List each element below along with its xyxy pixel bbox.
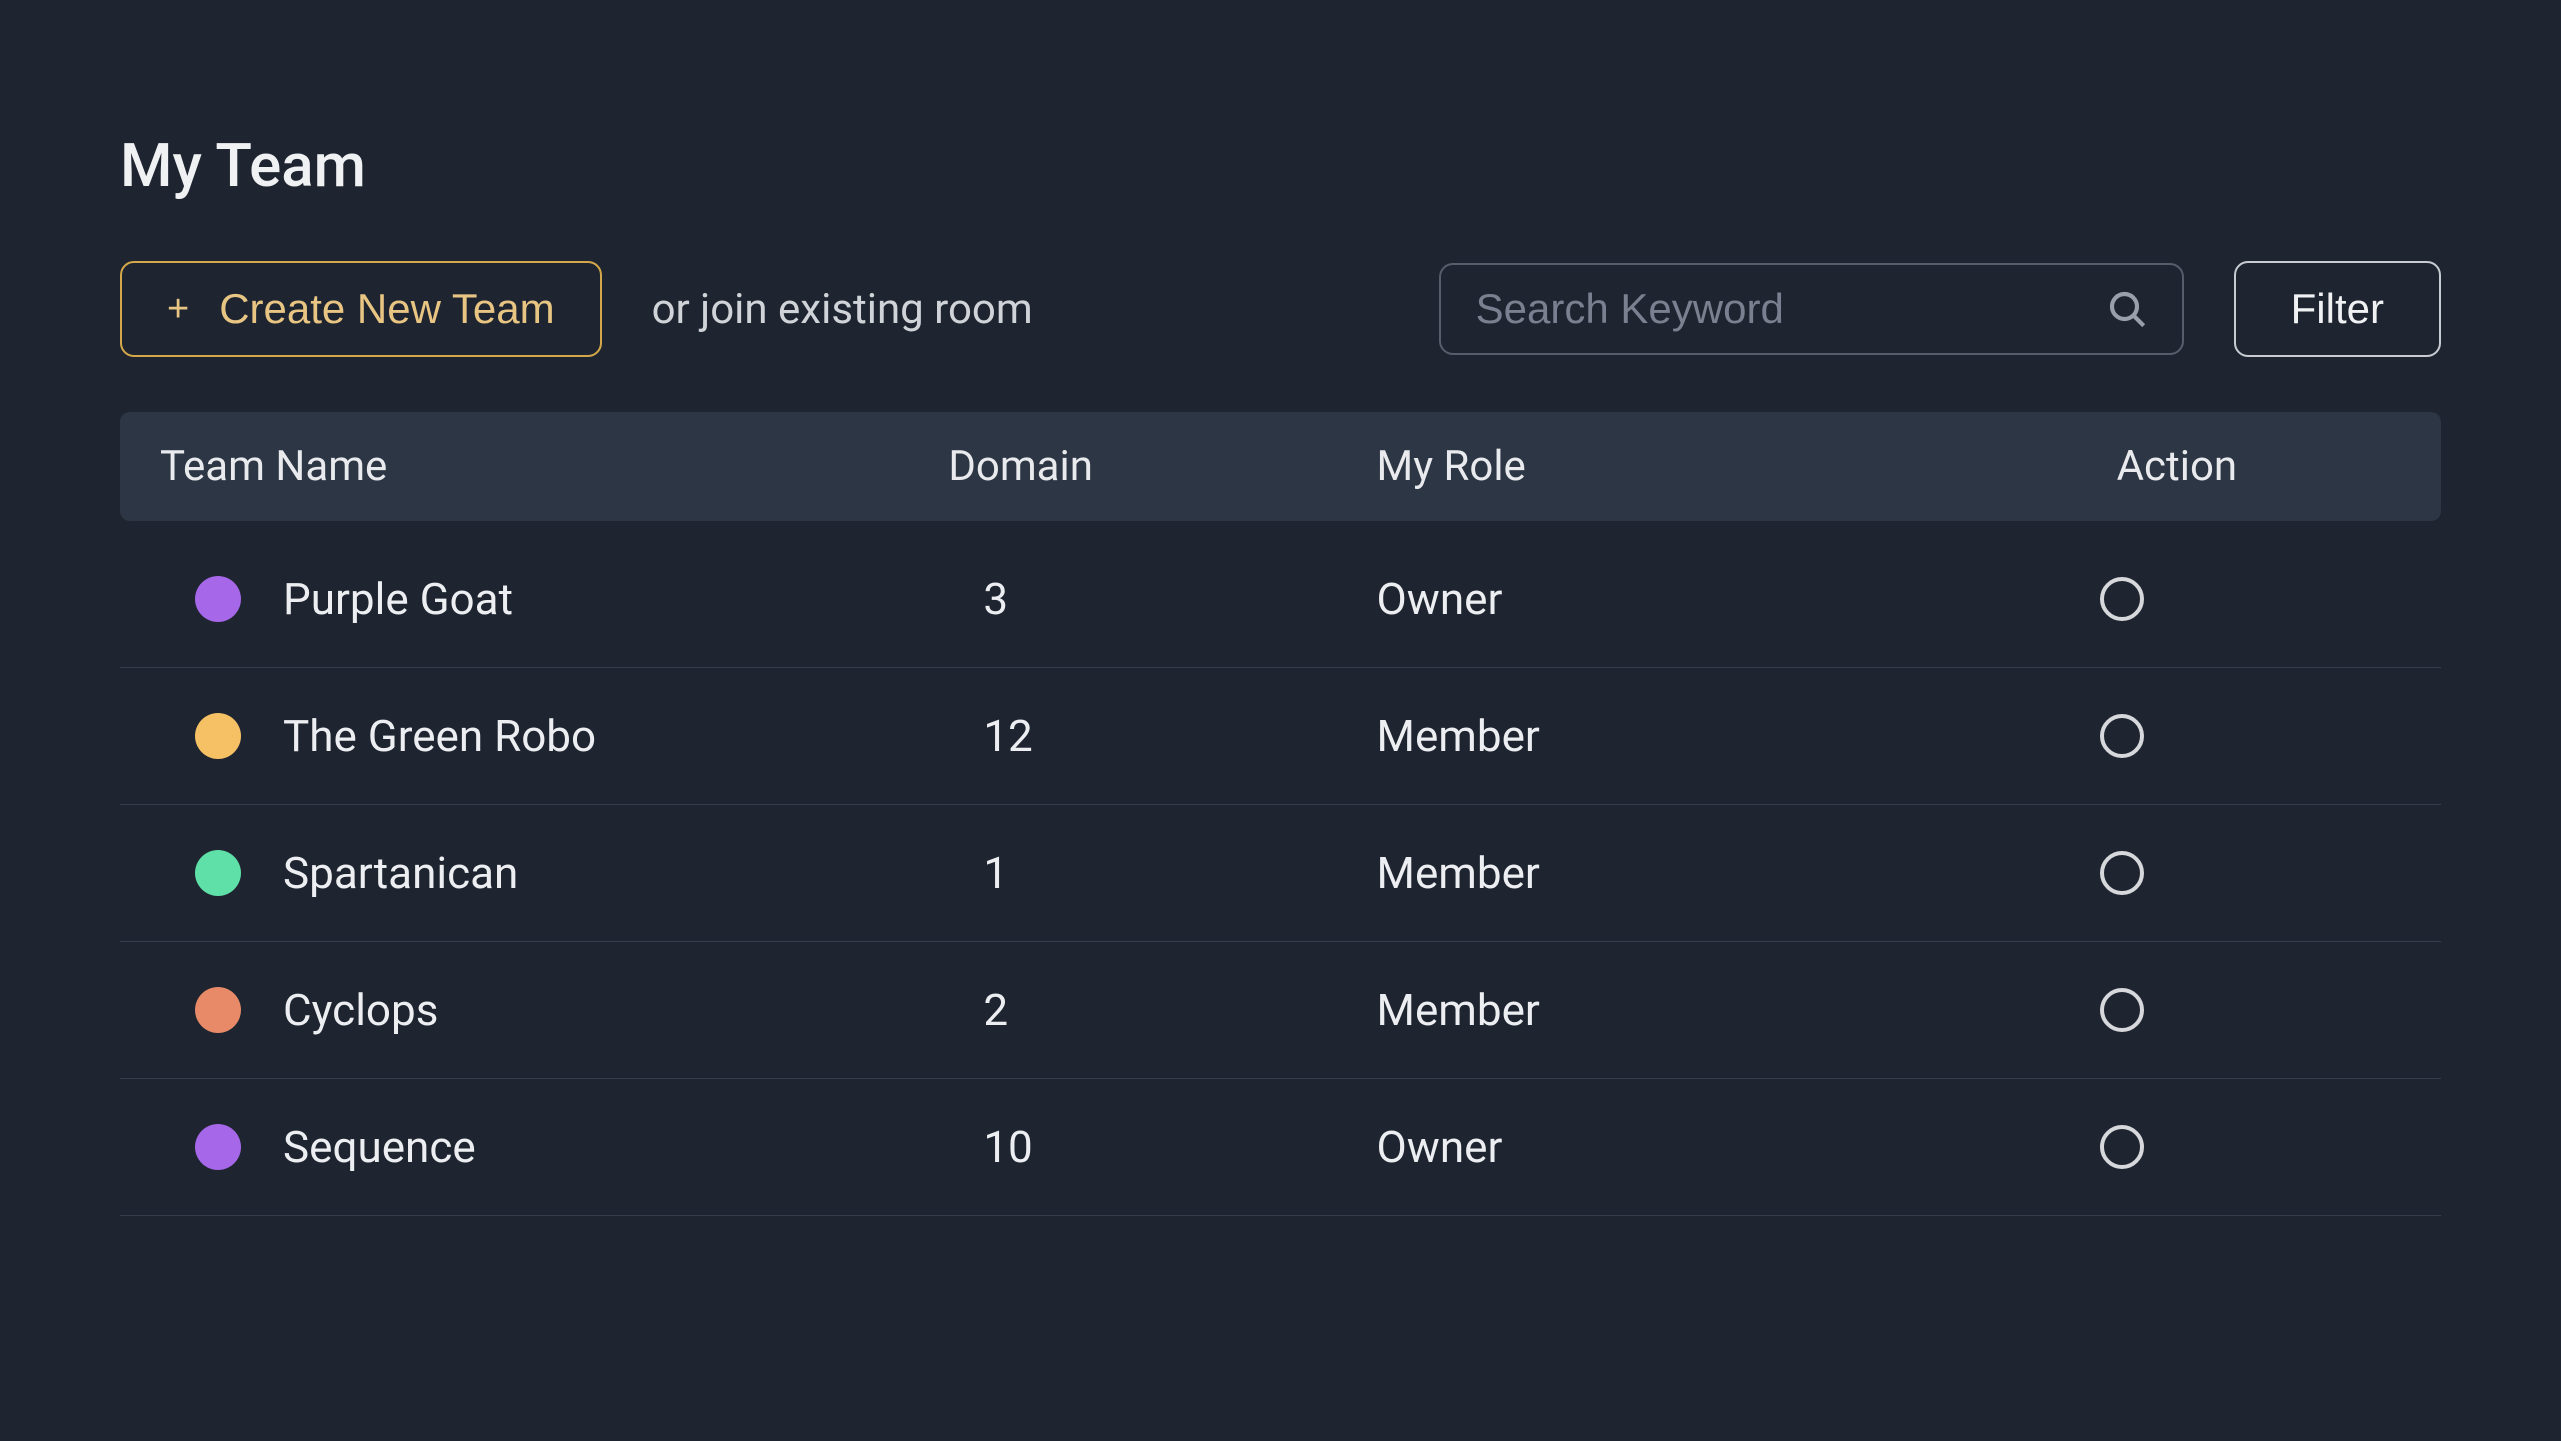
- header-domain: Domain: [928, 442, 1376, 491]
- team-name-cell: Purple Goat: [160, 573, 928, 625]
- domain-cell: 3: [928, 573, 1376, 625]
- action-radio[interactable]: [2100, 988, 2144, 1032]
- search-icon: [2107, 289, 2147, 329]
- team-name-cell: The Green Robo: [160, 710, 928, 762]
- search-wrapper: [1439, 263, 2184, 355]
- action-radio[interactable]: [2100, 577, 2144, 621]
- role-cell: Owner: [1377, 1121, 1953, 1173]
- team-name-cell: Cyclops: [160, 984, 928, 1036]
- page-title: My Team: [120, 130, 2441, 201]
- team-name-cell: Spartanican: [160, 847, 928, 899]
- action-cell: [1953, 988, 2401, 1032]
- team-color-dot: [195, 713, 241, 759]
- table-header: Team Name Domain My Role Action: [120, 412, 2441, 521]
- header-team-name: Team Name: [160, 442, 928, 491]
- team-name-text: Spartanican: [283, 847, 518, 899]
- role-cell: Member: [1377, 847, 1953, 899]
- table-row[interactable]: The Green Robo 12Member: [120, 668, 2441, 805]
- header-action: Action: [1953, 442, 2401, 491]
- team-name-text: Cyclops: [283, 984, 438, 1036]
- controls-row: + Create New Team or join existing room …: [120, 261, 2441, 357]
- action-radio[interactable]: [2100, 851, 2144, 895]
- teams-table: Team Name Domain My Role Action Purple G…: [120, 412, 2441, 1216]
- table-row[interactable]: Purple Goat 3Owner: [120, 531, 2441, 668]
- role-cell: Member: [1377, 984, 1953, 1036]
- role-cell: Owner: [1377, 573, 1953, 625]
- team-name-text: Purple Goat: [283, 573, 513, 625]
- domain-cell: 12: [928, 710, 1376, 762]
- action-cell: [1953, 1125, 2401, 1169]
- table-body: Purple Goat3OwnerThe Green Robo12MemberS…: [120, 531, 2441, 1216]
- action-cell: [1953, 577, 2401, 621]
- action-radio[interactable]: [2100, 1125, 2144, 1169]
- filter-button-label: Filter: [2291, 285, 2384, 332]
- domain-cell: 2: [928, 984, 1376, 1036]
- plus-icon: +: [167, 288, 189, 331]
- action-cell: [1953, 851, 2401, 895]
- action-cell: [1953, 714, 2401, 758]
- table-row[interactable]: Spartanican 1Member: [120, 805, 2441, 942]
- domain-cell: 1: [928, 847, 1376, 899]
- filter-button[interactable]: Filter: [2234, 261, 2441, 357]
- role-cell: Member: [1377, 710, 1953, 762]
- search-input[interactable]: [1476, 285, 2107, 333]
- team-name-cell: Sequence: [160, 1121, 928, 1173]
- header-my-role: My Role: [1377, 442, 1953, 491]
- table-row[interactable]: Cyclops 2Member: [120, 942, 2441, 1079]
- team-name-text: The Green Robo: [283, 710, 596, 762]
- domain-cell: 10: [928, 1121, 1376, 1173]
- create-button-label: Create New Team: [219, 285, 554, 333]
- team-color-dot: [195, 576, 241, 622]
- team-color-dot: [195, 987, 241, 1033]
- team-color-dot: [195, 1124, 241, 1170]
- table-row[interactable]: Sequence 10Owner: [120, 1079, 2441, 1216]
- team-name-text: Sequence: [283, 1121, 476, 1173]
- create-new-team-button[interactable]: + Create New Team: [120, 261, 602, 357]
- action-radio[interactable]: [2100, 714, 2144, 758]
- team-color-dot: [195, 850, 241, 896]
- join-existing-room-text: or join existing room: [652, 285, 1033, 334]
